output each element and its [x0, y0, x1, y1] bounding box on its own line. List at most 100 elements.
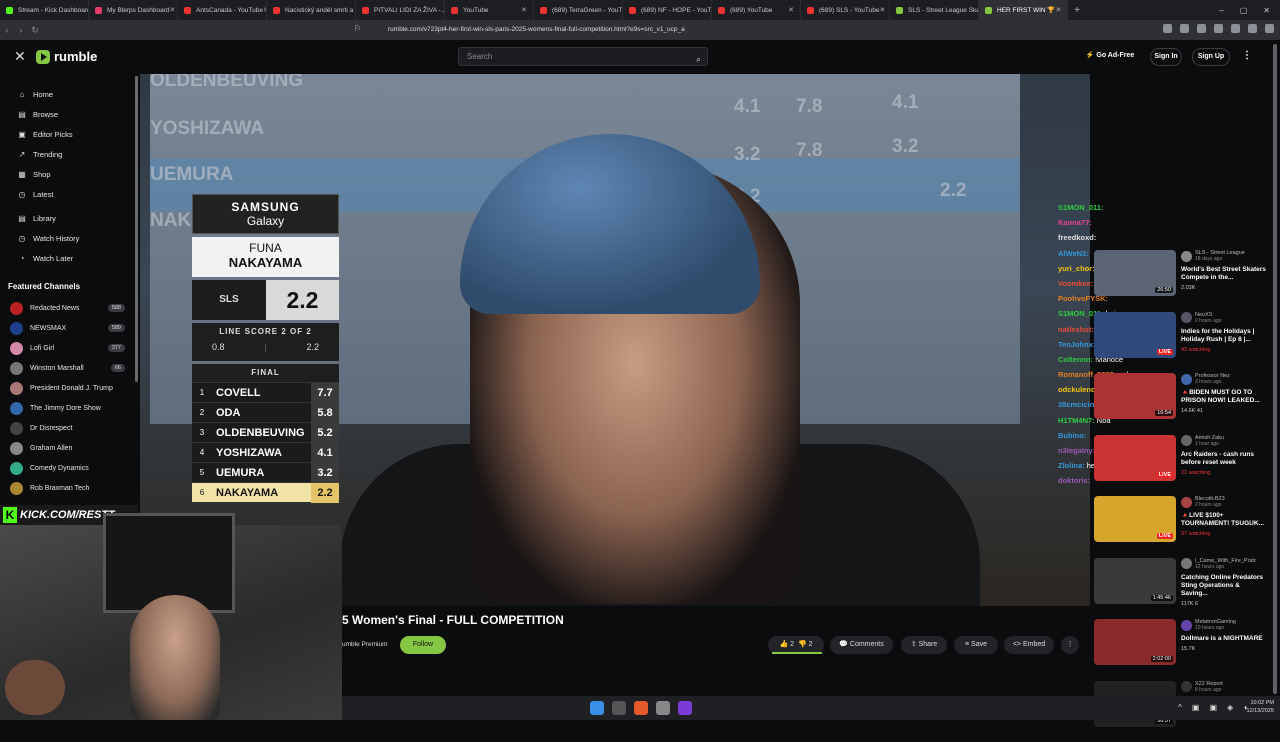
back-icon[interactable]: ‹: [0, 25, 14, 35]
recommended-video[interactable]: 16:54 Professor Nez 3 hours ago 🔺BIDEN MUST…: [1094, 373, 1266, 429]
windows-start-icon[interactable]: [590, 701, 604, 715]
video-channel[interactable]: Blecotti-B23 2 hours ago: [1181, 496, 1266, 508]
share-button[interactable]: ⇪ Share: [901, 636, 947, 654]
video-channel[interactable]: NeoXS 2 hours ago: [1181, 312, 1266, 324]
video-thumbnail[interactable]: 26:50: [1094, 250, 1176, 296]
tray-app-icon[interactable]: ▣: [1192, 703, 1200, 712]
close-sidebar-icon[interactable]: ✕: [14, 48, 26, 65]
featured-channel[interactable]: Dr Disrespect: [0, 418, 135, 438]
browser-tab[interactable]: Stream - Kick Dashboard✕: [0, 0, 89, 20]
recommended-video[interactable]: LIVE Blecotti-B23 2 hours ago 🔺LIVE $100+ T…: [1094, 496, 1266, 552]
sidebar-item-watch-history[interactable]: ◷ Watch History: [0, 228, 135, 248]
video-title-link[interactable]: Catching Online Predators Sting Operatio…: [1181, 574, 1266, 598]
url-field[interactable]: rumble.com/v723pt4-her-first-win-sls-par…: [370, 23, 910, 37]
rumble-logo[interactable]: rumble: [36, 49, 97, 64]
video-title-link[interactable]: 🔺LIVE $100+ TOURNAMENT! TSUGUK...: [1181, 512, 1266, 528]
clock[interactable]: 10:02 PM 12/13/2025: [1246, 699, 1274, 715]
video-channel[interactable]: I_Came_With_Fire_Podc 12 hours ago: [1181, 558, 1266, 570]
sign-in-button[interactable]: Sign In: [1150, 48, 1182, 66]
browser-tab[interactable]: Nacistický anděl smrti a jeh✕: [267, 0, 356, 20]
follow-button[interactable]: Follow: [400, 636, 446, 654]
window-control-button[interactable]: –: [1219, 6, 1223, 15]
network-icon[interactable]: ◈: [1227, 703, 1233, 712]
window-control-button[interactable]: ▢: [1240, 6, 1248, 15]
go-ad-free-button[interactable]: ⚡ Go Ad-Free: [1080, 48, 1140, 66]
reload-icon[interactable]: ↻: [28, 25, 42, 36]
video-thumbnail[interactable]: 1:45:46: [1094, 557, 1176, 604]
embed-button[interactable]: <> Embed: [1004, 636, 1054, 654]
featured-channel[interactable]: President Donald J. Trump: [0, 378, 135, 398]
featured-channel[interactable]: Winston Marshall 66: [0, 358, 135, 378]
brave-browser-icon[interactable]: [634, 701, 648, 715]
video-thumbnail[interactable]: LIVE: [1094, 434, 1176, 481]
thumbs-up-icon[interactable]: 👍: [779, 641, 788, 648]
sidebar-item-trending[interactable]: ↗ Trending: [0, 144, 135, 164]
recommended-video[interactable]: 1:45:46 I_Came_With_Fire_Podc 12 hours ago…: [1094, 557, 1266, 614]
comments-button[interactable]: 💬 Comments: [830, 636, 893, 654]
video-title-link[interactable]: Dollmare is a NIGHTMARE: [1181, 635, 1266, 643]
extension-icon[interactable]: [1163, 24, 1172, 33]
task-view-icon[interactable]: [612, 701, 626, 715]
sidebar-item-shop[interactable]: ▦ Shop: [0, 164, 135, 184]
app-icon[interactable]: [678, 701, 692, 715]
bookmark-icon[interactable]: ⚐: [354, 24, 361, 33]
sidebar-item-browse[interactable]: ▤ Browse: [0, 104, 135, 124]
browser-tab[interactable]: YouTube ✕: [445, 0, 534, 20]
browser-tab[interactable]: (689) YouTube ✕: [712, 0, 801, 20]
tab-close-icon[interactable]: ✕: [788, 6, 794, 14]
browser-tab[interactable]: (689) TerraGreen - YouTube✕: [534, 0, 623, 20]
window-control-button[interactable]: ✕: [1263, 6, 1270, 15]
browser-tab[interactable]: HER FIRST WIN 🏆 ✕: [979, 0, 1068, 20]
sidebar-item-latest[interactable]: ◷ Latest: [0, 184, 135, 204]
video-title-link[interactable]: 🔺BIDEN MUST GO TO PRISON NOW! LEAKED...: [1181, 389, 1266, 405]
featured-channel[interactable]: Redacted News 588: [0, 298, 135, 318]
video-channel[interactable]: Professor Nez 3 hours ago: [1181, 373, 1266, 385]
extension-icon[interactable]: [1231, 24, 1240, 33]
sidebar-item-library[interactable]: ▤ Library: [0, 208, 135, 228]
page-scrollbar[interactable]: [1273, 44, 1277, 694]
new-tab-button[interactable]: +: [1068, 5, 1086, 16]
video-channel[interactable]: Amish Zaku 1 hour ago: [1181, 435, 1266, 447]
video-thumbnail[interactable]: LIVE: [1094, 311, 1176, 358]
video-thumbnail[interactable]: 2:02:00: [1094, 619, 1176, 665]
sign-up-button[interactable]: Sign Up: [1192, 48, 1230, 66]
obs-icon[interactable]: [656, 701, 670, 715]
tab-close-icon[interactable]: ✕: [170, 6, 176, 14]
browser-tab[interactable]: (689) SLS - YouTube ✕: [801, 0, 890, 20]
browser-tab[interactable]: PITVALI LIDI ZA ŽIVA - Jedn✕: [356, 0, 445, 20]
featured-channel[interactable]: Rob Braxman Tech: [0, 478, 135, 498]
video-title-link[interactable]: Indies for the Holidays | Holiday Rush |…: [1181, 328, 1266, 344]
menu-icon[interactable]: [1265, 24, 1274, 33]
sidebar-scrollbar[interactable]: [135, 76, 138, 382]
save-button[interactable]: ≡ Save: [954, 636, 998, 654]
browser-tab[interactable]: My Blerps Dashboard ✕: [89, 0, 178, 20]
featured-channel[interactable]: Graham Allen: [0, 438, 135, 458]
tray-app-icon[interactable]: ▣: [1209, 703, 1217, 712]
sidebar-item-home[interactable]: ⌂ Home: [0, 84, 135, 104]
browser-tab[interactable]: SLS - Street League Skatebo✕: [890, 0, 979, 20]
search-input[interactable]: Search ⌕: [458, 47, 708, 66]
rumble-premium-label[interactable]: umble Premium: [342, 641, 388, 648]
recommended-video[interactable]: LIVE NeoXS 2 hours ago Indies for the Holid…: [1094, 311, 1266, 368]
featured-channel[interactable]: The Jimmy Dore Show: [0, 398, 135, 418]
extension-icon[interactable]: [1180, 24, 1189, 33]
browser-tab[interactable]: (689) NF - HOPE - YouTube✕: [623, 0, 712, 20]
more-options-icon[interactable]: ⋮: [1239, 48, 1255, 66]
video-channel[interactable]: SLS - Street League 18 days ago: [1181, 250, 1266, 262]
sidebar-item-watch-later[interactable]: ◔ Watch Later: [0, 248, 135, 268]
video-channel[interactable]: MetatronGaming 10 hours ago: [1181, 619, 1266, 631]
tray-chevron-icon[interactable]: ^: [1178, 703, 1182, 712]
recommended-video[interactable]: 26:50 SLS - Street League 18 days ago World…: [1094, 250, 1266, 306]
tab-close-icon[interactable]: ✕: [1056, 6, 1062, 14]
recommended-video[interactable]: LIVE Amish Zaku 1 hour ago Arc Raiders - ca…: [1094, 434, 1266, 491]
extension-icon[interactable]: [1197, 24, 1206, 33]
thumbs-down-icon[interactable]: 👎: [798, 641, 807, 648]
featured-channel[interactable]: NEWSMAX 589: [0, 318, 135, 338]
tab-close-icon[interactable]: ✕: [879, 6, 885, 14]
extension-icon[interactable]: [1248, 24, 1257, 33]
video-thumbnail[interactable]: LIVE: [1094, 496, 1176, 542]
search-icon[interactable]: ⌕: [696, 51, 701, 68]
forward-icon[interactable]: ›: [14, 25, 28, 35]
featured-channel[interactable]: Lofi Girl 377: [0, 338, 135, 358]
video-thumbnail[interactable]: 16:54: [1094, 373, 1176, 419]
